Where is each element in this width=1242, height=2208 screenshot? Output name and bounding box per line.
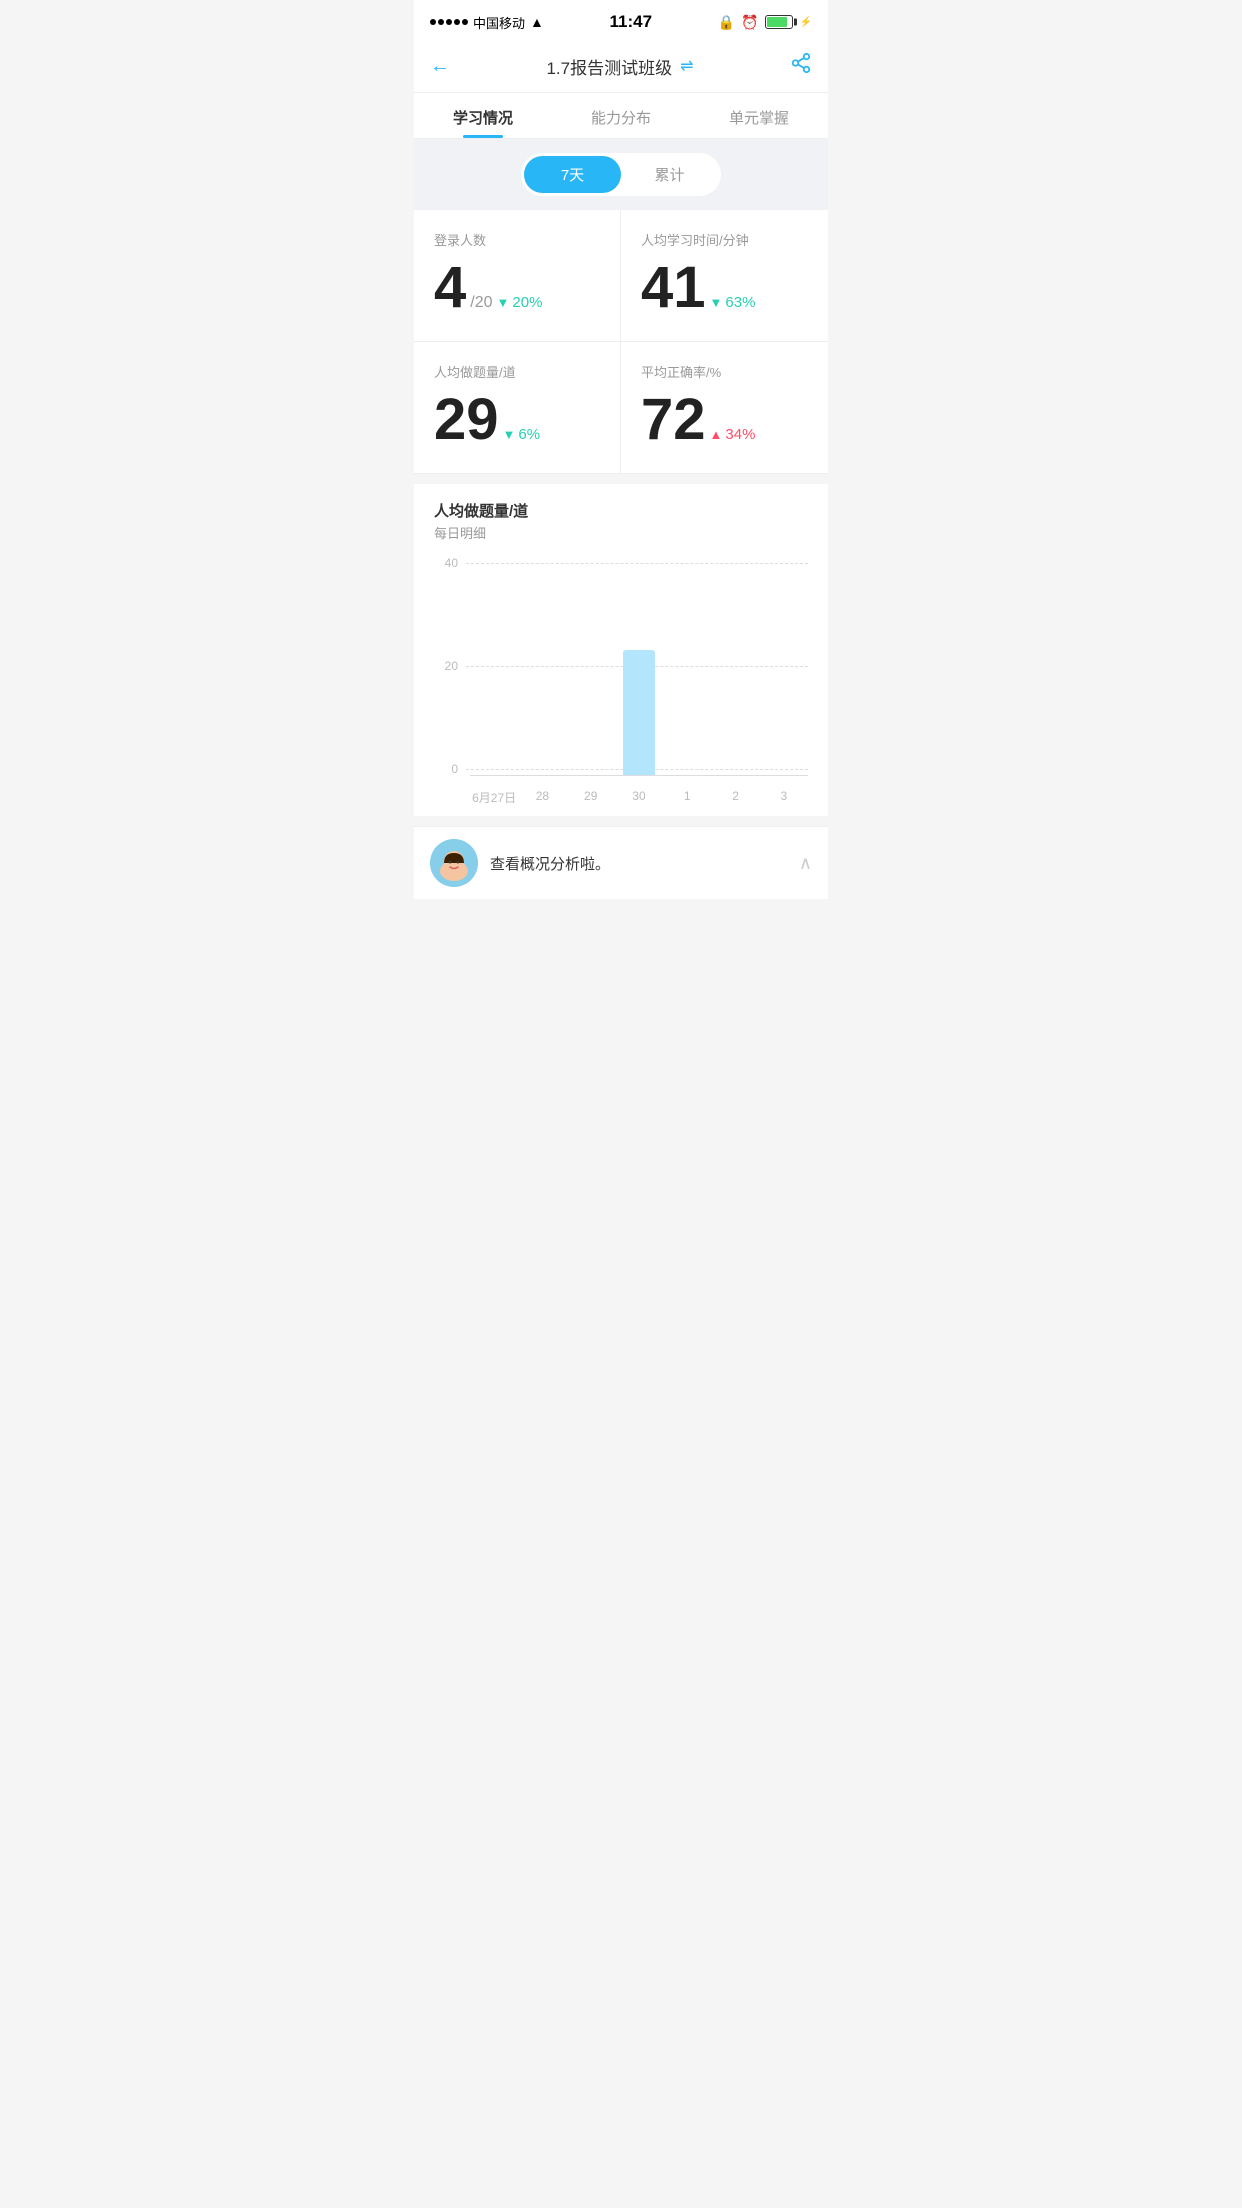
stat-studytime-value-row: 41 ▼ 63% <box>641 259 808 317</box>
avatar <box>430 839 478 887</box>
battery-icon <box>765 15 793 29</box>
chart-area: 40 20 0 6月27日282930123 <box>414 556 828 816</box>
chart-bar-wrap <box>518 556 566 776</box>
down-arrow-icon-2: ▼ <box>710 295 723 310</box>
stat-login-number: 4 <box>434 259 466 317</box>
toggle-total[interactable]: 累计 <box>621 156 718 193</box>
status-bar: 中国移动 ▲ 11:47 🔒 ⏰ ⚡ <box>414 0 828 40</box>
share-button[interactable] <box>790 52 812 80</box>
chart-bars <box>470 556 808 776</box>
x-axis-label: 1 <box>663 789 711 806</box>
back-button[interactable]: ← <box>430 55 450 78</box>
bottom-bar: 查看概况分析啦。 ∧ <box>414 826 828 899</box>
chart-bar-wrap <box>567 556 615 776</box>
stat-questions-trend: ▼ 6% <box>503 426 541 443</box>
alarm-icon: ⏰ <box>741 14 758 31</box>
chart-title: 人均做题量/道 <box>434 500 808 521</box>
page-title: 1.7报告测试班级 <box>546 54 672 79</box>
down-arrow-icon: ▼ <box>497 295 510 310</box>
tab-ability[interactable]: 能力分布 <box>552 93 690 138</box>
shuffle-icon[interactable]: ⇌ <box>680 56 693 76</box>
tab-unit[interactable]: 单元掌握 <box>690 93 828 138</box>
chart-bar-wrap <box>760 556 808 776</box>
chart-header: 人均做题量/道 每日明细 <box>414 500 828 546</box>
stat-login-trend: ▼ 20% <box>497 294 543 311</box>
chart-bar-wrap <box>470 556 518 776</box>
stat-questions-number: 29 <box>434 391 499 449</box>
toggle-section: 7天 累计 <box>414 139 828 210</box>
time-range-toggle: 7天 累计 <box>521 153 721 196</box>
carrier-label: 中国移动 <box>473 13 525 32</box>
y-label-40: 40 <box>434 556 458 570</box>
chart-bar-wrap <box>615 556 663 776</box>
tab-bar: 学习情况 能力分布 单元掌握 <box>414 93 828 139</box>
stats-grid: 登录人数 4 /20 ▼ 20% 人均学习时间/分钟 41 ▼ 63% 人均做题… <box>414 210 828 474</box>
stat-accuracy-value-row: 72 ▲ 34% <box>641 391 808 449</box>
stat-accuracy: 平均正确率/% 72 ▲ 34% <box>621 342 828 473</box>
charging-icon: ⚡ <box>800 17 812 28</box>
stat-studytime-number: 41 <box>641 259 706 317</box>
stat-login-count: 登录人数 4 /20 ▼ 20% <box>414 210 621 342</box>
stat-login-label: 登录人数 <box>434 230 600 249</box>
header: ← 1.7报告测试班级 ⇌ <box>414 40 828 93</box>
stat-accuracy-label: 平均正确率/% <box>641 362 808 381</box>
stat-studytime-trend: ▼ 63% <box>710 294 756 311</box>
up-arrow-icon: ▲ <box>710 427 723 442</box>
chart-bar <box>623 650 655 776</box>
chart-bar-wrap <box>663 556 711 776</box>
stat-questions: 人均做题量/道 29 ▼ 6% <box>414 342 621 473</box>
chart-x-axis: 6月27日282930123 <box>470 789 808 806</box>
chart-subtitle: 每日明细 <box>434 523 808 542</box>
signal-icon <box>430 19 468 25</box>
chat-chevron-icon[interactable]: ∧ <box>799 853 812 874</box>
x-axis-label: 2 <box>711 789 759 806</box>
stat-studytime-label: 人均学习时间/分钟 <box>641 230 808 249</box>
y-label-0: 0 <box>434 762 458 776</box>
stat-questions-value-row: 29 ▼ 6% <box>434 391 600 449</box>
x-axis-label: 30 <box>615 789 663 806</box>
avatar-image <box>430 839 478 887</box>
x-axis-label: 28 <box>518 789 566 806</box>
stat-accuracy-trend: ▲ 34% <box>710 426 756 443</box>
toggle-7days[interactable]: 7天 <box>524 156 621 193</box>
wifi-icon: ▲ <box>530 14 544 30</box>
x-axis-label: 3 <box>760 789 808 806</box>
tab-study[interactable]: 学习情况 <box>414 93 552 138</box>
chart-bar-wrap <box>711 556 759 776</box>
stat-questions-label: 人均做题量/道 <box>434 362 600 381</box>
status-right: 🔒 ⏰ ⚡ <box>718 14 812 31</box>
x-axis-label: 6月27日 <box>470 789 518 806</box>
status-left: 中国移动 ▲ <box>430 13 544 32</box>
chart-baseline <box>470 775 808 776</box>
x-axis-label: 29 <box>567 789 615 806</box>
chart-section: 人均做题量/道 每日明细 40 20 0 6月27日282930123 <box>414 484 828 816</box>
y-label-20: 20 <box>434 659 458 673</box>
stat-login-total: /20 <box>470 294 492 312</box>
stat-login-value-row: 4 /20 ▼ 20% <box>434 259 600 317</box>
time-display: 11:47 <box>610 12 653 32</box>
lock-icon: 🔒 <box>718 14 735 31</box>
down-arrow-icon-3: ▼ <box>503 427 516 442</box>
stat-accuracy-number: 72 <box>641 391 706 449</box>
chat-message: 查看概况分析啦。 <box>490 853 787 874</box>
stat-study-time: 人均学习时间/分钟 41 ▼ 63% <box>621 210 828 342</box>
header-title: 1.7报告测试班级 ⇌ <box>546 54 693 79</box>
